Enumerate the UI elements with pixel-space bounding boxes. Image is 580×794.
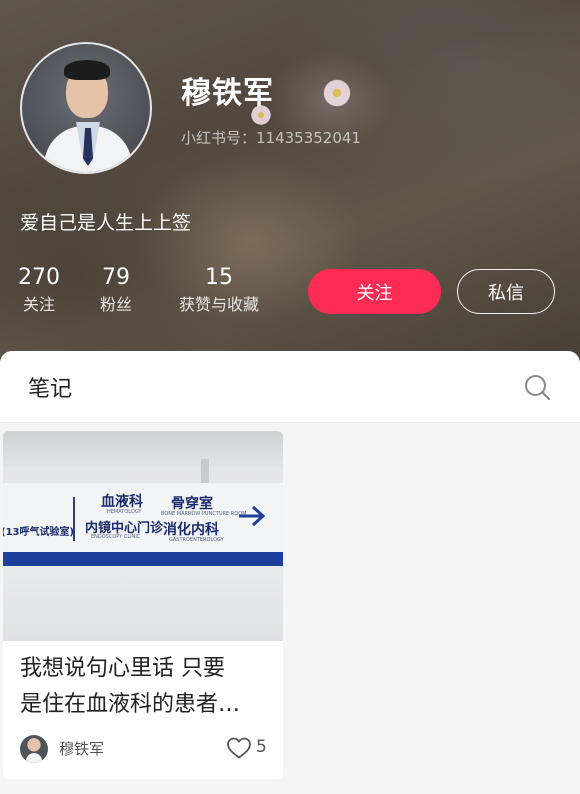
sign-subtext: BONE MARROW PUNCTURE ROOM [161, 511, 247, 517]
follow-button[interactable]: 关注 [308, 269, 441, 314]
stat-label: 粉丝 [99, 295, 132, 314]
sign-subtext: ENDOSCOPY CLINIC [91, 534, 141, 540]
note-title[interactable]: 我想说句心里话 只要 是住在血液科的患者… [20, 651, 272, 723]
stat-number: 79 [102, 265, 130, 290]
profile-avatar[interactable] [20, 42, 152, 174]
like-count: 5 [256, 737, 267, 757]
stat-number: 270 [18, 265, 60, 290]
note-title-line: 我想说句心里话 只要 [20, 656, 225, 681]
profile-signature: 爱自己是人生上上签 [20, 212, 192, 234]
stat-following[interactable]: 270 关注 [18, 264, 60, 316]
notes-feed: (13呼气试验室) 血液科 HEMATOLOGY 骨穿室 BONE MARROW… [0, 423, 580, 794]
heart-icon[interactable] [226, 736, 252, 760]
sign-text: 血液科 [101, 494, 143, 510]
profile-header: 穆铁军 小红书号：11435352041 爱自己是人生上上签 270 关注 79… [0, 0, 580, 380]
stat-followers[interactable]: 79 粉丝 [96, 264, 136, 316]
note-card[interactable]: (13呼气试验室) 血液科 HEMATOLOGY 骨穿室 BONE MARROW… [3, 431, 283, 779]
profile-name: 穆铁军 [181, 76, 274, 111]
sign-left-text: (13呼气试验室) [3, 527, 75, 538]
sign-text: 消化内科 [163, 522, 219, 538]
note-author[interactable]: 穆铁军 [59, 738, 104, 759]
sign-subtext: HEMATOLOGY [107, 509, 142, 515]
notes-tab-bar: 笔记 [0, 351, 580, 423]
arrow-right-icon [239, 505, 266, 527]
message-button[interactable]: 私信 [457, 269, 555, 314]
stat-likes-collections[interactable]: 15 获赞与收藏 [172, 264, 266, 316]
note-title-line: 是住在血液科的患者… [20, 692, 241, 717]
tab-notes[interactable]: 笔记 [28, 371, 72, 403]
stat-label: 获赞与收藏 [178, 295, 259, 314]
background-flower [322, 78, 352, 108]
stat-number: 15 [205, 265, 233, 290]
search-icon[interactable] [524, 374, 551, 401]
sign-subtext: GASTROENTEROLOGY [169, 537, 224, 543]
author-avatar[interactable] [20, 735, 48, 763]
note-cover-image[interactable]: (13呼气试验室) 血液科 HEMATOLOGY 骨穿室 BONE MARROW… [3, 431, 283, 641]
stat-label: 关注 [22, 295, 55, 314]
sign-text: 骨穿室 [171, 496, 213, 512]
profile-red-id: 小红书号：11435352041 [181, 129, 361, 147]
